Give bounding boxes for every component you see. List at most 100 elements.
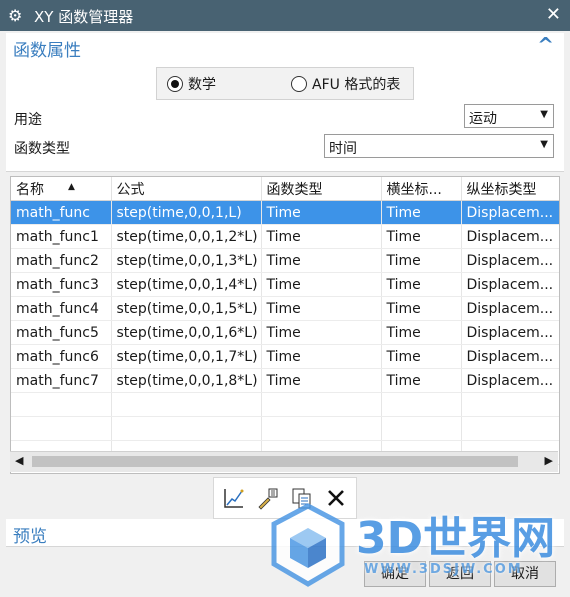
- function-toolbar: [213, 477, 357, 519]
- column-header-name[interactable]: 名称 ▲: [11, 177, 112, 201]
- horizontal-scrollbar[interactable]: ◀ ▶: [10, 451, 558, 472]
- ok-button[interactable]: 确定: [364, 561, 426, 587]
- purpose-select[interactable]: 运动 ▼: [464, 104, 554, 128]
- table-cell: step(time,0,0,1,2*L): [111, 224, 262, 249]
- table-row[interactable]: math_func7 step(time,0,0,1,8*L) Time Time Di…: [11, 368, 559, 393]
- column-header-formula[interactable]: 公式: [111, 177, 262, 201]
- table-cell: Displacem...: [461, 320, 559, 345]
- function-table: 名称 ▲ 公式 函数类型 横坐标... 纵坐标类型 math_func step(t…: [10, 176, 560, 474]
- radio-math[interactable]: 数学: [167, 74, 216, 94]
- table-cell: Time: [261, 320, 382, 345]
- edit-function-icon[interactable]: [256, 486, 280, 510]
- table-cell: Displacem...: [461, 224, 559, 249]
- radio-selected-icon: [167, 76, 183, 92]
- sort-asc-icon: ▲: [68, 182, 75, 192]
- table-cell: Time: [381, 224, 462, 249]
- table-cell: Time: [381, 368, 462, 393]
- radio-unselected-icon: [291, 76, 307, 92]
- empty-table-row: [11, 416, 559, 441]
- table-cell: [11, 392, 112, 417]
- scroll-left-icon[interactable]: ◀: [15, 454, 23, 467]
- function-type-label: 函数类型: [14, 141, 70, 157]
- table-cell: [381, 416, 462, 441]
- table-cell: Time: [261, 272, 382, 297]
- create-graph-icon[interactable]: [222, 486, 246, 510]
- table-row[interactable]: math_func3 step(time,0,0,1,4*L) Time Time Di…: [11, 272, 559, 297]
- radio-afu-label: AFU 格式的表: [312, 77, 401, 93]
- table-cell: Displacem...: [461, 368, 559, 393]
- table-cell: step(time,0,0,1,3*L): [111, 248, 262, 273]
- column-header-y-type[interactable]: 纵坐标类型: [461, 177, 559, 201]
- table-cell: Displacem...: [461, 272, 559, 297]
- section-title-preview[interactable]: 预览: [13, 522, 47, 547]
- table-cell: Time: [381, 344, 462, 369]
- purpose-select-value: 运动: [469, 111, 497, 127]
- table-cell: Time: [261, 344, 382, 369]
- table-cell: math_func5: [11, 320, 112, 345]
- table-cell: step(time,0,0,1,7*L): [111, 344, 262, 369]
- table-cell: step(time,0,0,1,5*L): [111, 296, 262, 321]
- table-cell: [261, 416, 382, 441]
- gear-icon[interactable]: ⚙: [8, 6, 22, 25]
- table-cell: Time: [381, 248, 462, 273]
- table-cell: math_func6: [11, 344, 112, 369]
- delete-icon[interactable]: [324, 486, 348, 510]
- title-bar: ⚙ XY 函数管理器 ✕: [0, 0, 570, 31]
- table-cell: math_func4: [11, 296, 112, 321]
- dropdown-arrow-icon: ▼: [540, 109, 548, 120]
- scroll-right-icon[interactable]: ▶: [545, 454, 553, 467]
- table-cell: math_func1: [11, 224, 112, 249]
- table-cell: Displacem...: [461, 200, 559, 225]
- empty-table-row: [11, 392, 559, 417]
- table-cell: math_func2: [11, 248, 112, 273]
- table-cell: Displacem...: [461, 296, 559, 321]
- table-cell: Time: [261, 368, 382, 393]
- table-cell: Time: [381, 320, 462, 345]
- table-cell: Time: [381, 272, 462, 297]
- table-cell: [261, 392, 382, 417]
- table-cell: Time: [261, 200, 382, 225]
- table-cell: math_func3: [11, 272, 112, 297]
- table-row[interactable]: math_func4 step(time,0,0,1,5*L) Time Time Di…: [11, 296, 559, 321]
- function-type-select-value: 时间: [329, 141, 357, 157]
- table-cell: [111, 392, 262, 417]
- table-cell: [461, 416, 559, 441]
- table-cell: [111, 416, 262, 441]
- copy-function-icon[interactable]: [290, 486, 314, 510]
- table-cell: [11, 416, 112, 441]
- table-row[interactable]: math_func2 step(time,0,0,1,3*L) Time Time Di…: [11, 248, 559, 273]
- table-row[interactable]: math_func1 step(time,0,0,1,2*L) Time Time Di…: [11, 224, 559, 249]
- function-source-radio-group: 数学 AFU 格式的表: [156, 67, 414, 100]
- dropdown-arrow-icon: ▼: [540, 139, 548, 150]
- close-icon[interactable]: ✕: [546, 4, 561, 25]
- table-cell: [381, 392, 462, 417]
- table-cell: Displacem...: [461, 248, 559, 273]
- table-cell: Time: [261, 296, 382, 321]
- table-row[interactable]: math_func5 step(time,0,0,1,6*L) Time Time Di…: [11, 320, 559, 345]
- table-cell: step(time,0,0,1,6*L): [111, 320, 262, 345]
- radio-afu-table[interactable]: AFU 格式的表: [291, 74, 400, 94]
- table-cell: [461, 392, 559, 417]
- table-header-row: 名称 ▲ 公式 函数类型 横坐标... 纵坐标类型: [11, 177, 559, 201]
- function-type-select[interactable]: 时间 ▼: [324, 134, 554, 158]
- table-cell: step(time,0,0,1,4*L): [111, 272, 262, 297]
- purpose-label: 用途: [14, 112, 42, 128]
- table-cell: step(time,0,0,1,8*L): [111, 368, 262, 393]
- section-title-properties[interactable]: 函数属性: [13, 36, 81, 61]
- table-cell: Time: [261, 224, 382, 249]
- table-row[interactable]: math_func6 step(time,0,0,1,7*L) Time Time Di…: [11, 344, 559, 369]
- column-header-function-type[interactable]: 函数类型: [261, 177, 382, 201]
- scrollbar-thumb[interactable]: [32, 456, 518, 467]
- table-cell: Time: [381, 296, 462, 321]
- radio-math-label: 数学: [188, 77, 216, 93]
- table-cell: math_func: [11, 200, 112, 225]
- back-button[interactable]: 返回: [429, 561, 491, 587]
- column-header-x-type[interactable]: 横坐标...: [381, 177, 462, 201]
- table-cell: Time: [261, 248, 382, 273]
- table-cell: math_func7: [11, 368, 112, 393]
- chevron-up-icon[interactable]: ^: [537, 33, 554, 57]
- table-row[interactable]: math_func step(time,0,0,1,L) Time Time Displ…: [11, 200, 559, 225]
- table-cell: Time: [381, 200, 462, 225]
- cancel-button[interactable]: 取消: [494, 561, 556, 587]
- table-cell: Displacem...: [461, 344, 559, 369]
